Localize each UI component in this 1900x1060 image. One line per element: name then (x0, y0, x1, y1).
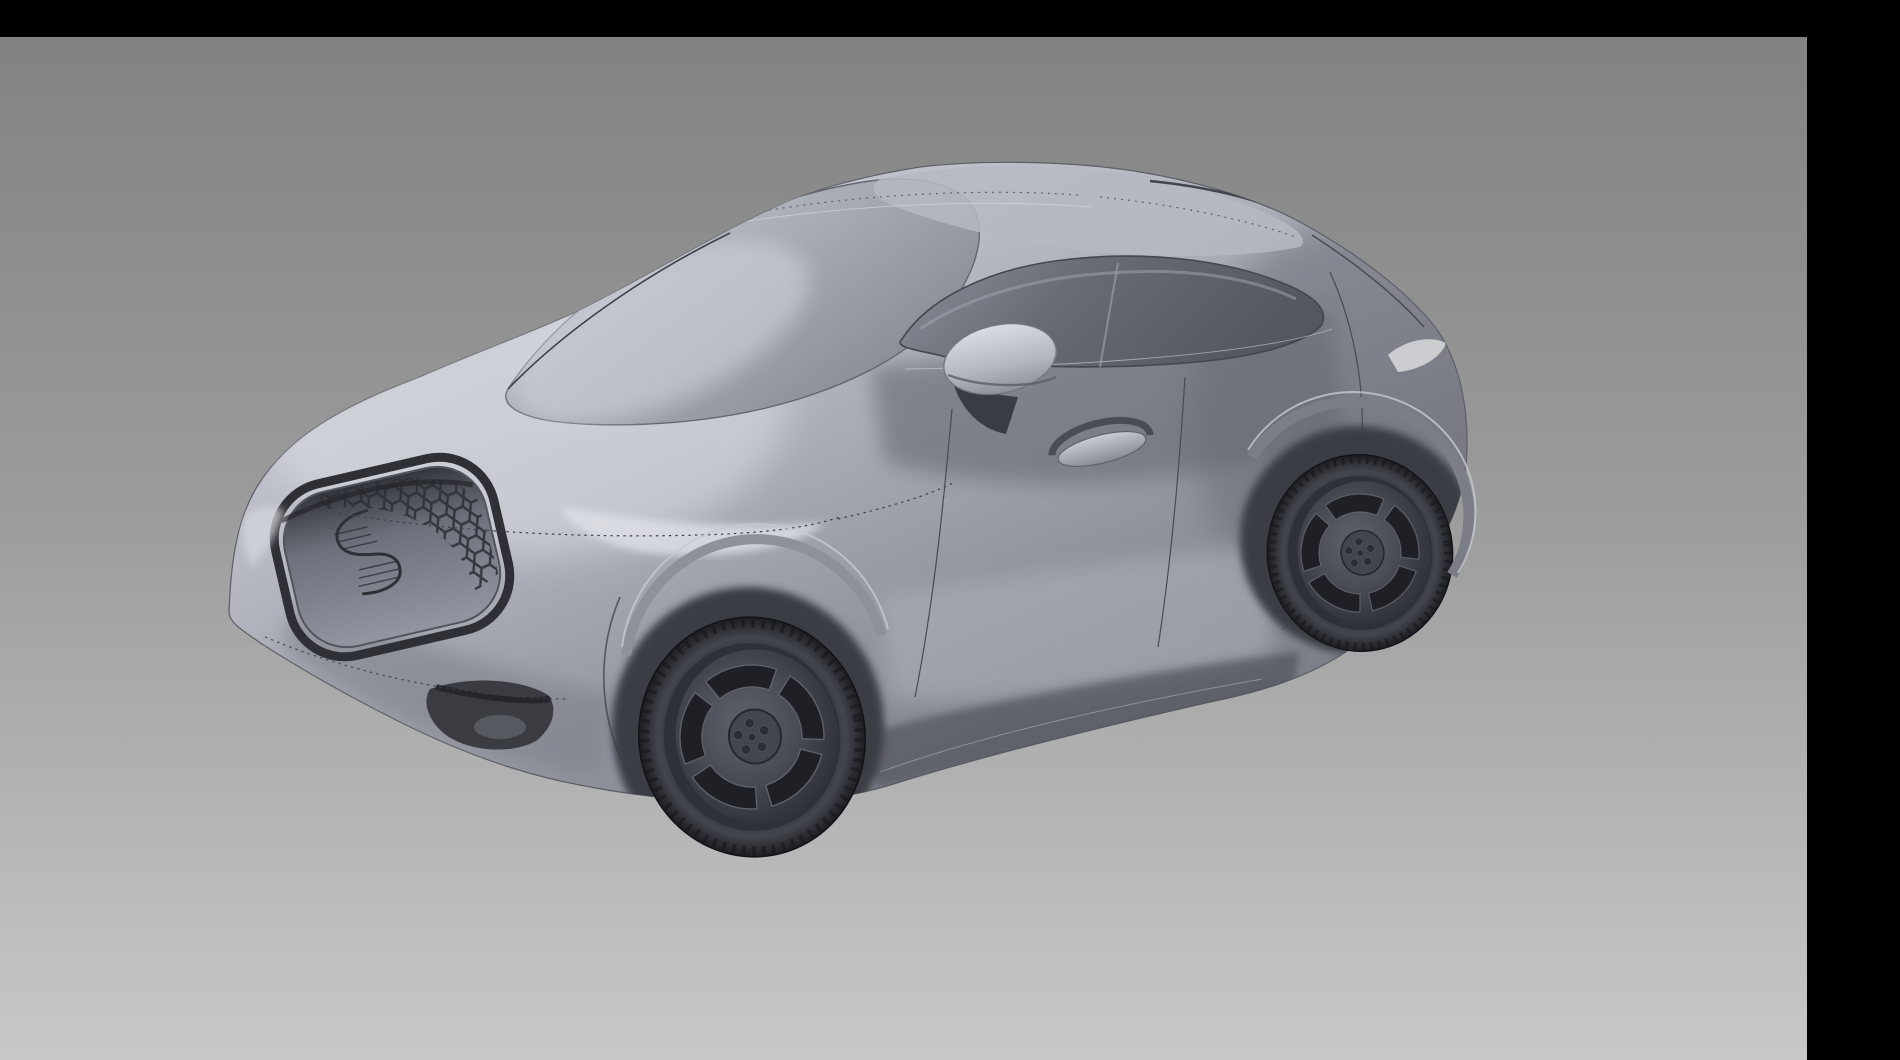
car-body (228, 161, 1477, 874)
render-viewport[interactable] (0, 37, 1807, 1060)
car-model (228, 161, 1477, 1060)
right-black-bar (1807, 0, 1900, 1060)
cowl-sensor-nub (434, 275, 460, 293)
top-black-bar (0, 0, 1900, 37)
